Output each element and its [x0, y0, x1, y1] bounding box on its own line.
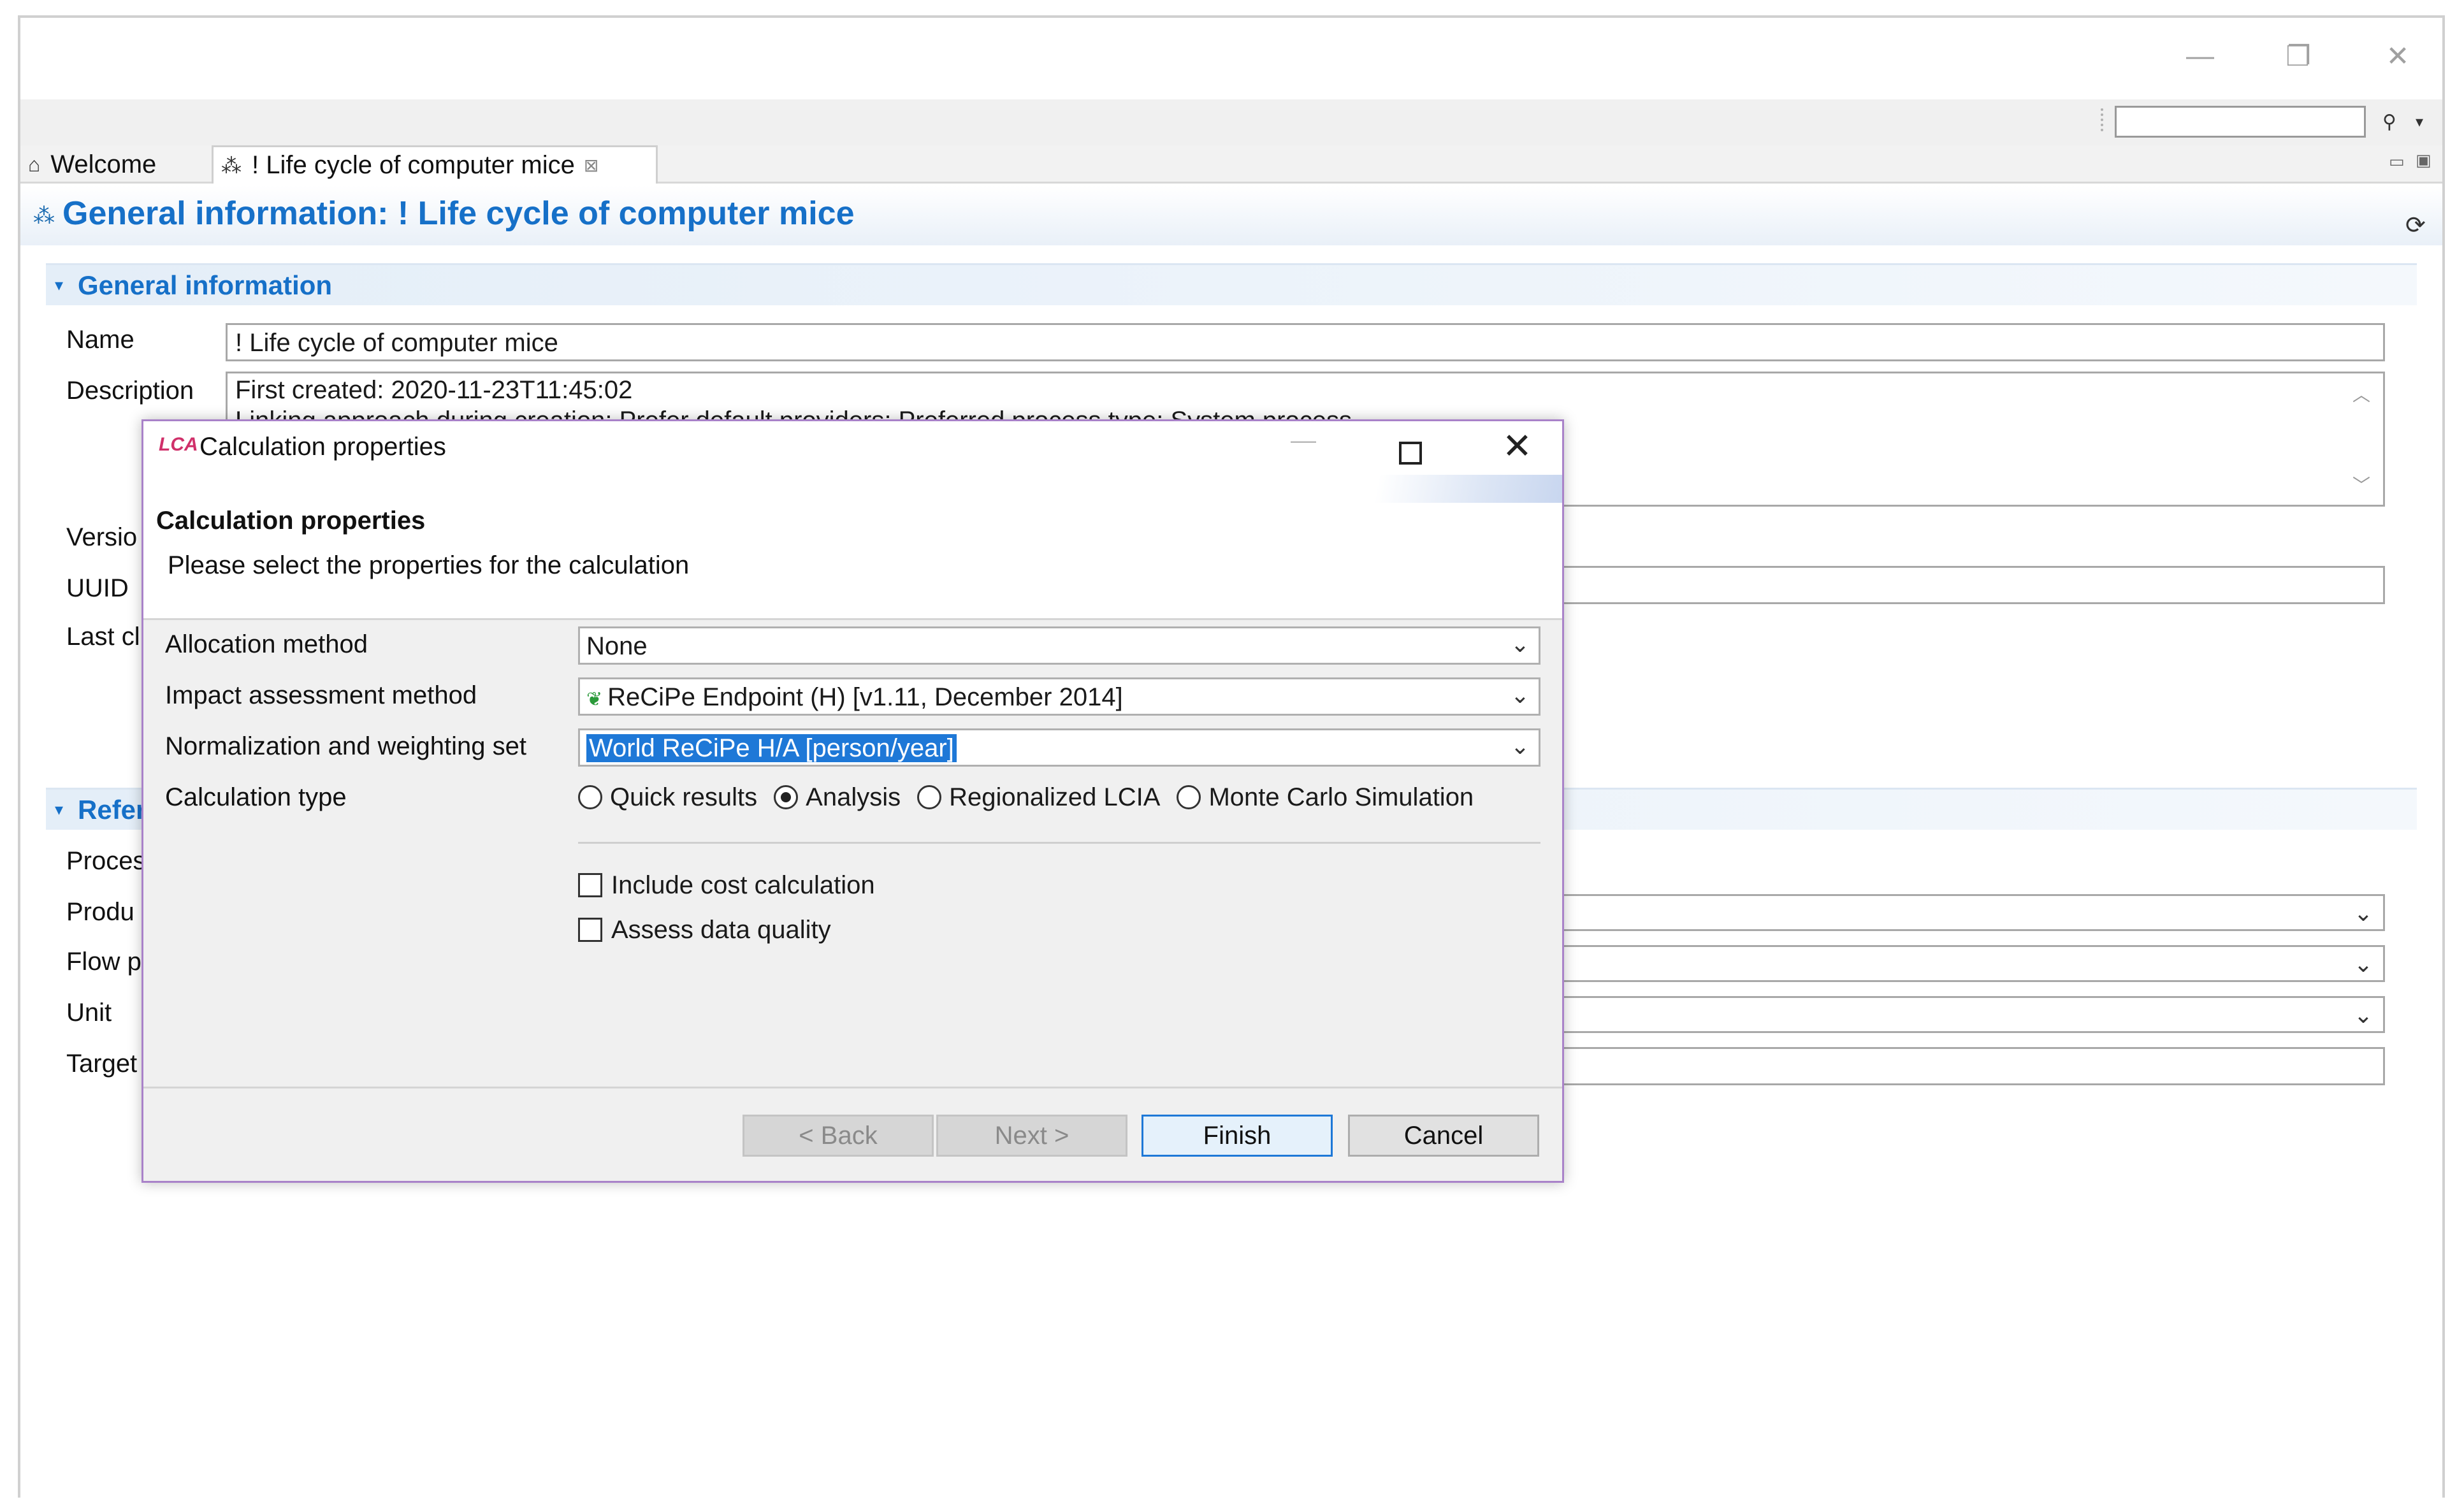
- flow-property-label: Flow p: [66, 948, 141, 976]
- window-minimize-button[interactable]: —: [2168, 31, 2232, 82]
- search-icon[interactable]: ⚲: [2375, 107, 2404, 136]
- impact-assessment-method-label: Impact assessment method: [165, 681, 477, 709]
- footer-separator: [143, 1087, 1562, 1088]
- chevron-down-icon[interactable]: ⌄: [2354, 1002, 2373, 1029]
- general-information-section-header[interactable]: ▾ General information: [46, 263, 2417, 305]
- scroll-up-icon[interactable]: ︿: [2352, 380, 2370, 410]
- description-line: First created: 2020-11-23T11:45:02: [235, 376, 633, 404]
- combo-value: ReCiPe Endpoint (H) [v1.11, December 201…: [607, 683, 1123, 711]
- tab-welcome[interactable]: ⌂ Welcome: [20, 145, 212, 184]
- product-label: Produ: [66, 898, 134, 926]
- home-icon: ⌂: [28, 152, 41, 176]
- combo-value: World ReCiPe H/A [person/year]: [586, 734, 957, 762]
- radio-label: Monte Carlo Simulation: [1208, 783, 1474, 811]
- wizard-page-message: Please select the properties for the cal…: [168, 551, 690, 579]
- chevron-down-icon[interactable]: ▾: [55, 800, 63, 820]
- combo-value: None: [586, 632, 648, 660]
- next-button[interactable]: Next >: [936, 1115, 1127, 1157]
- assess-data-quality-checkbox[interactable]: Assess data quality: [578, 912, 831, 948]
- radio-label: Analysis: [806, 783, 901, 811]
- dialog-maximize-button[interactable]: [1399, 442, 1422, 465]
- allocation-method-label: Allocation method: [165, 630, 368, 658]
- radio-circle[interactable]: [578, 785, 602, 809]
- window-restore-button[interactable]: ❐: [2266, 31, 2330, 82]
- tab-life-cycle-of-computer-mice[interactable]: ⁂ ! Life cycle of computer mice ⊠: [212, 145, 658, 184]
- search-input[interactable]: [2115, 106, 2366, 138]
- radio-circle[interactable]: [917, 785, 942, 809]
- radio-circle[interactable]: [774, 785, 799, 809]
- tab-label: ! Life cycle of computer mice: [252, 151, 575, 179]
- impact-method-icon: ❦: [586, 689, 603, 710]
- lca-app-icon: LCA: [159, 434, 198, 455]
- view-minimize-icon[interactable]: ▭: [2389, 152, 2405, 171]
- window-close-button[interactable]: ✕: [2366, 31, 2430, 82]
- refresh-icon[interactable]: ⟳: [2405, 211, 2426, 240]
- chevron-down-icon[interactable]: ⌄: [1511, 733, 1530, 760]
- tab-label: Welcome: [50, 150, 157, 178]
- toolbar-grip[interactable]: [2101, 108, 2105, 131]
- banner-decoration: [1358, 475, 1562, 503]
- impact-assessment-method-combo[interactable]: ❦ ReCiPe Endpoint (H) [v1.11, December 20…: [578, 677, 1540, 716]
- normalization-weighting-combo[interactable]: World ReCiPe H/A [person/year] ⌄: [578, 728, 1540, 767]
- window-title-bar: — ❐ ✕: [20, 18, 2442, 99]
- dialog-minimize-button[interactable]: —: [1291, 426, 1316, 455]
- chevron-down-icon[interactable]: ▾: [55, 275, 63, 295]
- main-toolbar: ⚲ ▾: [20, 99, 2442, 145]
- radio-label: Regionalized LCIA: [949, 783, 1161, 811]
- back-button[interactable]: < Back: [743, 1115, 934, 1157]
- dialog-title: Calculation properties: [199, 433, 446, 461]
- checkbox-box[interactable]: [578, 873, 602, 897]
- separator: [578, 842, 1540, 844]
- section-title: General information: [78, 270, 333, 300]
- uuid-label: UUID: [66, 574, 129, 602]
- chevron-down-icon[interactable]: ⌄: [2354, 951, 2373, 978]
- calculation-type-group: Quick results Analysis Regionalized LCIA…: [578, 778, 1490, 816]
- normalization-weighting-label: Normalization and weighting set: [165, 732, 526, 760]
- name-label: Name: [66, 326, 134, 354]
- process-label: Proces: [66, 847, 146, 875]
- scroll-down-icon[interactable]: ﹀: [2352, 470, 2370, 501]
- cancel-button[interactable]: Cancel: [1348, 1115, 1539, 1157]
- last-change-label: Last cl: [66, 623, 140, 651]
- product-system-icon: ⁂: [221, 154, 242, 177]
- chevron-down-icon[interactable]: ⌄: [1511, 682, 1530, 709]
- tab-close-icon[interactable]: ⊠: [584, 155, 598, 176]
- dialog-close-button[interactable]: ✕: [1502, 425, 1532, 467]
- target-label: Target: [66, 1050, 138, 1078]
- product-system-icon: ⁂: [33, 204, 55, 228]
- version-label: Versio: [66, 523, 138, 551]
- include-cost-checkbox[interactable]: Include cost calculation: [578, 867, 875, 903]
- editor-header: ⁂ General information: ! Life cycle of c…: [20, 185, 2442, 245]
- finish-button[interactable]: Finish: [1141, 1115, 1333, 1157]
- radio-label: Quick results: [610, 783, 758, 811]
- allocation-method-combo[interactable]: None ⌄: [578, 626, 1540, 665]
- wizard-page-title: Calculation properties: [156, 507, 426, 535]
- checkbox-label: Assess data quality: [611, 915, 831, 944]
- description-label: Description: [66, 377, 194, 405]
- chevron-down-icon[interactable]: ⌄: [2354, 900, 2373, 927]
- radio-quick-results[interactable]: Quick results: [578, 783, 757, 812]
- radio-regionalized-lcia[interactable]: Regionalized LCIA: [917, 783, 1160, 812]
- radio-circle[interactable]: [1177, 785, 1201, 809]
- section-title: Refer: [78, 795, 147, 825]
- checkbox-box[interactable]: [578, 918, 602, 942]
- wizard-banner: Calculation properties Please select the…: [143, 475, 1562, 620]
- radio-analysis[interactable]: Analysis: [774, 783, 901, 812]
- dialog-title-bar: LCA Calculation properties — ✕: [143, 421, 1562, 475]
- radio-monte-carlo[interactable]: Monte Carlo Simulation: [1177, 783, 1474, 812]
- view-maximize-icon[interactable]: ▣: [2416, 150, 2431, 170]
- calculation-properties-dialog: LCA Calculation properties — ✕ Calculati…: [141, 419, 1564, 1183]
- name-field[interactable]: ! Life cycle of computer mice: [226, 323, 2385, 361]
- page-title: General information: ! Life cycle of com…: [62, 195, 855, 232]
- editor-tab-strip: ⌂ Welcome ⁂ ! Life cycle of computer mic…: [20, 145, 2442, 184]
- checkbox-label: Include cost calculation: [611, 871, 875, 899]
- calculation-type-label: Calculation type: [165, 783, 347, 811]
- chevron-down-icon[interactable]: ⌄: [1511, 631, 1530, 658]
- unit-label: Unit: [66, 999, 112, 1027]
- search-dropdown-icon[interactable]: ▾: [2407, 107, 2432, 136]
